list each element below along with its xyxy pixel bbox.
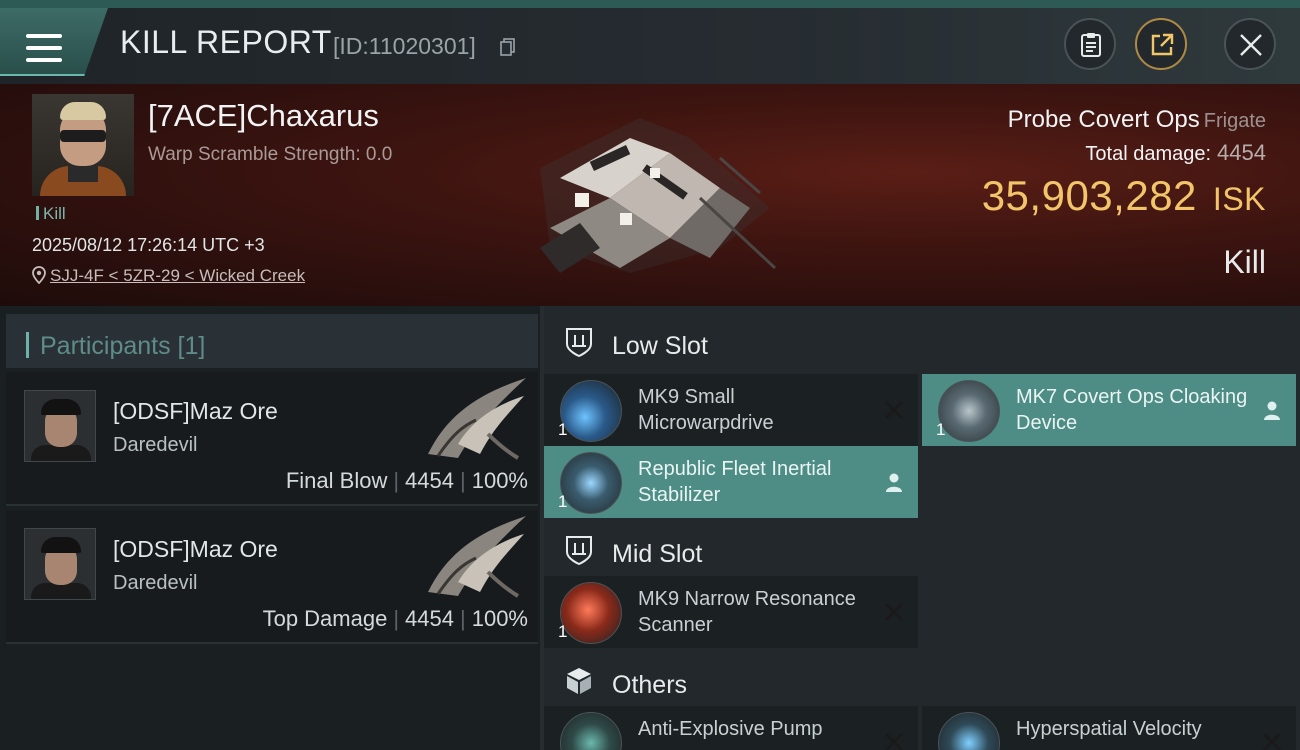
participant-ship-render: [428, 516, 526, 598]
page-title: KILL REPORT: [120, 24, 332, 60]
victim-ship-name[interactable]: Probe Covert Ops Frigate: [1008, 106, 1266, 134]
module-item[interactable]: Hyperspatial Velocity: [922, 706, 1296, 750]
resonance-scanner-icon: [560, 582, 622, 644]
top-bar: KILL REPORT [ID:11020301]: [0, 0, 1300, 84]
destroyed-x-icon: [1262, 732, 1282, 750]
module-item[interactable]: 1 Republic Fleet Inertial Stabilizer: [544, 446, 918, 518]
kill-timestamp: 2025/08/12 17:26:14 UTC +3: [32, 235, 265, 255]
location-pin-icon: [32, 266, 46, 284]
module-item[interactable]: 1 MK7 Covert Ops Cloaking Device: [922, 374, 1296, 446]
outcome-label: Kill: [1223, 244, 1266, 280]
victim-avatar[interactable]: [32, 94, 134, 196]
isk-value: 35,903,282 ISK: [981, 172, 1266, 219]
destroyed-x-icon: [884, 400, 904, 420]
inertial-stabilizer-icon: [560, 452, 622, 514]
low-slot-header: Low Slot: [544, 312, 1300, 372]
module-name: Anti-Explosive Pump: [638, 718, 823, 740]
victim-name[interactable]: [7ACE]Chaxarus: [148, 98, 379, 134]
report-button[interactable]: [1064, 18, 1116, 70]
cloaking-device-icon: [938, 380, 1000, 442]
participant-avatar[interactable]: [24, 528, 96, 600]
microwarpdrive-icon: [560, 380, 622, 442]
hyperspatial-velocity-icon: [938, 712, 1000, 750]
copy-id-icon[interactable]: [500, 38, 516, 56]
participant-avatar[interactable]: [24, 390, 96, 462]
top-accent-line: [0, 0, 1300, 8]
module-item[interactable]: 1 MK9 Narrow Resonance Scanner: [544, 576, 918, 648]
anti-explosive-pump-icon: [560, 712, 622, 750]
participant-stats: Final Blow | 4454 | 100%: [285, 468, 528, 493]
report-id: [ID:11020301]: [333, 33, 476, 59]
participant-name: [ODSF]Maz Ore: [113, 536, 278, 562]
shield-slot-icon: [566, 536, 592, 566]
participants-panel: Participants [1] [ODSF]Maz Ore Daredevil…: [0, 306, 544, 750]
share-icon: [1151, 33, 1174, 56]
close-icon: [1240, 34, 1262, 56]
participant-row[interactable]: [ODSF]Maz Ore Daredevil Top Damage | 4454 |…: [6, 510, 538, 644]
destroyed-x-icon: [884, 602, 904, 622]
victim-panel: [7ACE]Chaxarus Warp Scramble Strength: 0…: [0, 84, 1300, 306]
clipboard-icon: [1081, 33, 1101, 57]
total-damage: Total damage: 4454: [1085, 140, 1266, 165]
module-name: Hyperspatial Velocity: [1016, 718, 1202, 740]
fitting-panel: Low Slot 1 MK9 Small Microwarpdrive 1 MK…: [544, 306, 1300, 750]
kill-tag: Kill: [36, 204, 66, 224]
dropped-person-icon: [1264, 401, 1280, 420]
share-button[interactable]: [1135, 18, 1187, 70]
module-name: Republic Fleet Inertial Stabilizer: [638, 458, 832, 506]
menu-button[interactable]: [0, 8, 108, 76]
module-item[interactable]: Anti-Explosive Pump: [544, 706, 918, 750]
destroyed-x-icon: [884, 732, 904, 750]
module-name: MK9 Small Microwarpdrive: [638, 386, 774, 434]
module-name: MK7 Covert Ops Cloaking Device: [1016, 386, 1248, 434]
participant-ship: Daredevil: [113, 434, 198, 456]
module-name: MK9 Narrow Resonance Scanner: [638, 588, 856, 636]
warp-scramble-strength: Warp Scramble Strength: 0.0: [148, 144, 393, 165]
hamburger-menu-icon: [26, 34, 62, 62]
cube-icon: [567, 668, 591, 694]
kill-location-link[interactable]: SJJ-4F < 5ZR-29 < Wicked Creek: [32, 266, 305, 286]
shield-slot-icon: [566, 328, 592, 358]
participant-name: [ODSF]Maz Ore: [113, 398, 278, 424]
close-button[interactable]: [1224, 18, 1276, 70]
others-header: Others: [544, 651, 1300, 711]
participants-header: Participants [1]: [6, 314, 538, 368]
participant-ship: Daredevil: [113, 572, 198, 594]
victim-ship-render: [540, 118, 777, 273]
participant-ship-render: [428, 378, 526, 460]
module-item[interactable]: 1 MK9 Small Microwarpdrive: [544, 374, 918, 446]
participant-row[interactable]: [ODSF]Maz Ore Daredevil Final Blow | 4454 |…: [6, 372, 538, 506]
participant-stats: Top Damage | 4454 | 100%: [262, 606, 528, 631]
mid-slot-header: Mid Slot: [544, 520, 1300, 580]
dropped-person-icon: [886, 473, 902, 492]
